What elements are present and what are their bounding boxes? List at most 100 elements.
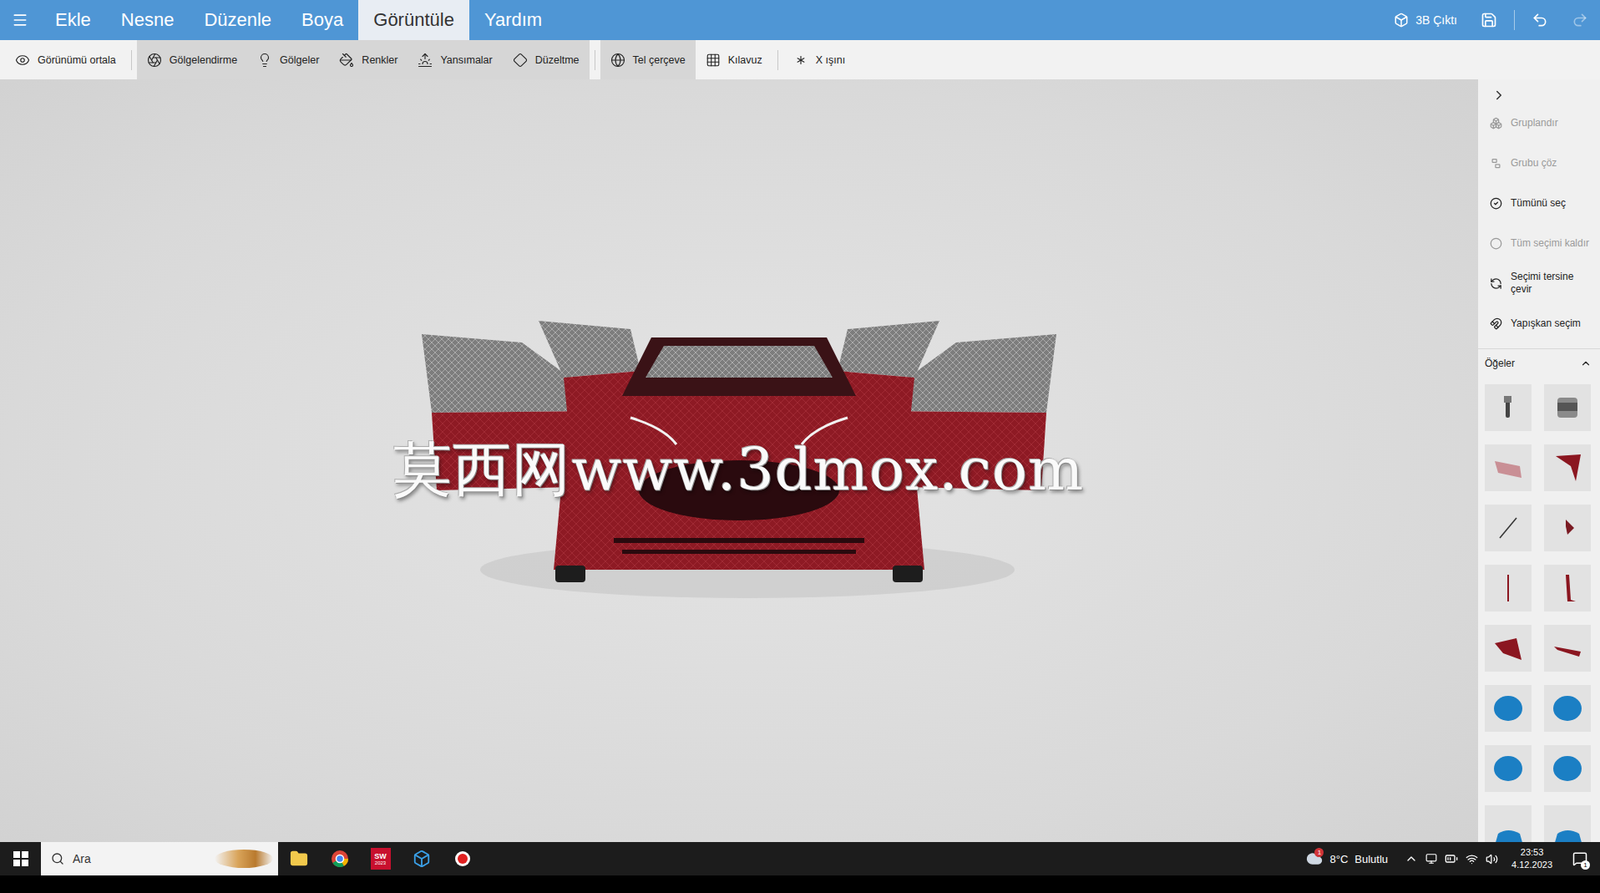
item-tile[interactable] (1544, 504, 1591, 552)
items-grid (1478, 377, 1600, 842)
folder-icon (289, 849, 309, 868)
item-tile[interactable] (1544, 684, 1591, 732)
chevron-up-icon (1579, 357, 1592, 370)
toolbar-button[interactable]: Gölgelendirme (136, 40, 248, 80)
strip-part-icon (1550, 571, 1585, 605)
menu-tab[interactable]: Düzenle (188, 0, 287, 41)
toolbar-button[interactable]: Gölgeler (247, 40, 330, 80)
side-action[interactable]: Tüm seçimi kaldır (1478, 222, 1600, 264)
weather[interactable]: 18°CBulutlu (1296, 850, 1398, 867)
toolbar-button[interactable]: Görünümü ortala (5, 40, 127, 80)
drum-part-icon (1550, 390, 1585, 425)
action-icon (1489, 197, 1503, 210)
side-action[interactable]: Yapışkan seçim (1478, 303, 1600, 344)
wedge-part-icon (1491, 631, 1525, 665)
taskbar-app[interactable] (441, 841, 483, 876)
wifi-icon[interactable] (1465, 852, 1479, 866)
taskbar-app[interactable] (278, 841, 319, 876)
notification-badge: 1 (1580, 860, 1590, 870)
record-icon (454, 850, 471, 867)
menu-tab[interactable]: Yardım (469, 0, 557, 41)
item-tile[interactable] (1544, 744, 1591, 792)
display-icon[interactable] (1425, 852, 1438, 865)
menu-tab[interactable]: Ekle (40, 0, 107, 41)
disc-part-icon (1550, 691, 1585, 725)
toolbar-button[interactable]: Renkler (329, 40, 408, 80)
item-tile[interactable] (1544, 444, 1591, 492)
start-button[interactable] (0, 841, 41, 876)
toolbar-group: X ışını (783, 40, 856, 80)
save-button[interactable] (1468, 0, 1509, 41)
toolbar-button[interactable]: Kılavuz (695, 40, 773, 80)
side-action[interactable]: Gruplandır (1478, 102, 1600, 143)
toolbar-button[interactable]: X ışını (783, 40, 856, 80)
taskbar-app[interactable]: SW2023 (359, 841, 401, 876)
tool-icon (339, 52, 355, 68)
undo-icon (1531, 11, 1549, 29)
redo-button[interactable] (1559, 0, 1600, 41)
undo-button[interactable] (1519, 0, 1560, 41)
edge-part-icon (1491, 811, 1525, 842)
print-button[interactable]: 3B Çıktı (1382, 0, 1469, 41)
item-tile[interactable] (1484, 384, 1532, 431)
battery-icon[interactable] (1444, 851, 1459, 866)
side-action[interactable]: Grubu çöz (1478, 142, 1600, 183)
side-action[interactable]: Tümünü seç (1478, 182, 1600, 223)
action-icon (1489, 317, 1503, 330)
toolbar-button[interactable]: Yansımalar (407, 40, 502, 80)
workspace: 莫西网www.3dmox.comGruplandırGrubu çözTümün… (0, 79, 1600, 842)
tray-expand-icon[interactable] (1404, 851, 1418, 866)
separator (1513, 10, 1515, 31)
blade-part-icon (1550, 631, 1585, 665)
tool-icon (257, 52, 273, 68)
tool-icon (417, 52, 433, 68)
item-tile[interactable] (1544, 624, 1591, 672)
item-tile[interactable] (1484, 564, 1532, 612)
disc-part-icon (1550, 751, 1585, 785)
volume-icon[interactable] (1485, 852, 1499, 866)
tool-icon (146, 52, 163, 68)
collapse-button[interactable] (1478, 87, 1600, 103)
disc-part-icon (1491, 751, 1525, 785)
car-model[interactable] (421, 318, 1057, 603)
search-icon (50, 851, 65, 866)
action-icon (1489, 116, 1503, 130)
search-box[interactable]: Ara (40, 841, 279, 876)
toolbar-button[interactable]: Düzeltme (502, 40, 590, 80)
item-tile[interactable] (1544, 805, 1591, 842)
search-highlight (214, 849, 274, 868)
item-tile[interactable] (1484, 684, 1532, 732)
bar-part-icon (1491, 390, 1525, 425)
item-tile[interactable] (1484, 624, 1532, 672)
menu-bar: EkleNesneDüzenleBoyaGörüntüleYardım 3B Çı… (0, 0, 1600, 41)
side-action[interactable]: Seçimi tersine çevir (1478, 263, 1600, 304)
item-tile[interactable] (1544, 564, 1591, 612)
toolbar-group: Görünümü ortala (5, 40, 127, 80)
app-window: EkleNesneDüzenleBoyaGörüntüleYardım 3B Çı… (0, 0, 1600, 893)
notification-button[interactable]: 1 (1559, 841, 1600, 876)
menu-tab[interactable]: Boya (286, 0, 359, 41)
side-panel: GruplandırGrubu çözTümünü seçTüm seçimi … (1478, 79, 1600, 842)
toolbar-button[interactable]: Tel çerçeve (600, 40, 696, 80)
item-tile[interactable] (1484, 504, 1532, 552)
action-icon (1489, 156, 1503, 170)
menu-tab[interactable]: Nesne (106, 0, 190, 41)
taskbar-app[interactable] (400, 841, 442, 876)
item-tile[interactable] (1544, 384, 1591, 431)
menu-tab[interactable]: Görüntüle (358, 0, 470, 41)
taskbar-app[interactable] (318, 841, 360, 876)
save-icon (1480, 11, 1498, 29)
viewport-3d[interactable]: 莫西网www.3dmox.com (0, 79, 1479, 842)
panel-part-icon (1491, 450, 1525, 485)
toolbar-group: GölgelendirmeGölgelerRenklerYansımalarDü… (136, 40, 590, 80)
clock[interactable]: 23:534.12.2023 (1504, 845, 1560, 871)
item-tile[interactable] (1484, 444, 1532, 492)
item-tile[interactable] (1484, 805, 1532, 842)
hamburger-button[interactable] (0, 0, 41, 41)
item-tile[interactable] (1484, 744, 1532, 792)
weather-badge: 1 (1314, 847, 1324, 857)
hamburger-icon (11, 11, 29, 29)
line-part-icon (1491, 511, 1525, 545)
edge-part-icon (1550, 811, 1585, 842)
items-header[interactable]: Öğeler (1478, 348, 1600, 378)
